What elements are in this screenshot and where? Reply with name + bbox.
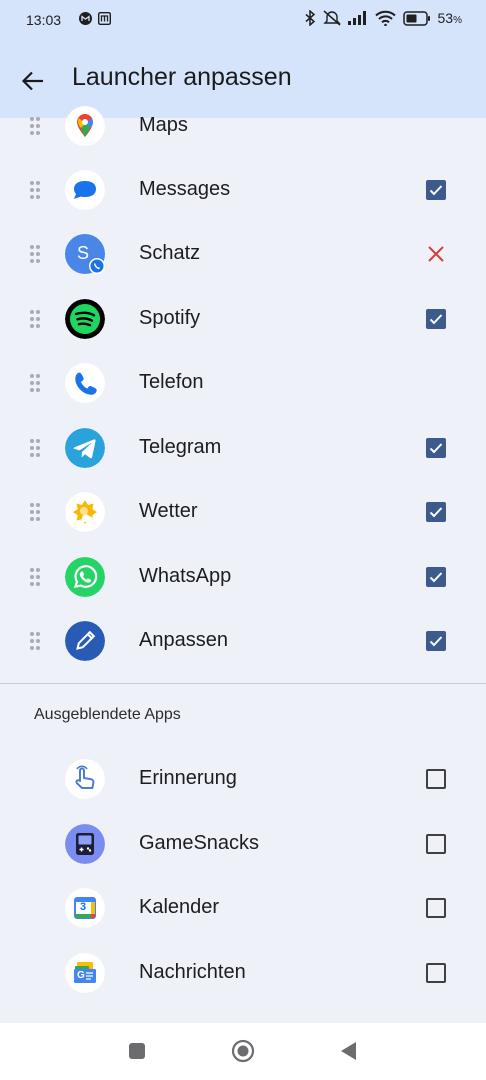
app-row-schatz[interactable]: S Schatz xyxy=(0,222,486,286)
maps-icon xyxy=(65,106,105,146)
telegram-icon xyxy=(65,428,105,468)
app-label: Wetter xyxy=(139,500,198,522)
checkbox-unchecked[interactable] xyxy=(426,898,446,918)
hidden-app-row-nachrichten[interactable]: G Nachrichten xyxy=(0,941,486,1005)
m-app-icon xyxy=(98,12,111,25)
phone-icon xyxy=(65,363,105,403)
app-row-maps[interactable]: Maps xyxy=(0,94,486,158)
app-label: Schatz xyxy=(139,242,201,264)
hidden-apps-heading: Ausgeblendete Apps xyxy=(34,706,181,723)
app-label: Telefon xyxy=(139,371,204,393)
status-time: 13:03 xyxy=(26,12,62,28)
page-title: Launcher anpassen xyxy=(72,63,292,91)
app-label: Maps xyxy=(139,114,188,136)
checkbox-checked[interactable] xyxy=(426,309,446,329)
app-label: Messages xyxy=(139,178,231,200)
hidden-app-row-erinnerung[interactable]: Erinnerung xyxy=(0,747,486,811)
checkbox-checked[interactable] xyxy=(426,502,446,522)
drag-handle-icon[interactable] xyxy=(29,502,41,522)
drag-handle-icon[interactable] xyxy=(29,116,41,136)
signal-icon xyxy=(347,11,366,25)
messages-icon xyxy=(65,170,105,210)
drag-handle-icon[interactable] xyxy=(29,373,41,393)
checkbox-checked[interactable] xyxy=(426,180,446,200)
checkbox-checked[interactable] xyxy=(426,438,446,458)
checkbox-unchecked[interactable] xyxy=(426,963,446,983)
checkbox-checked[interactable] xyxy=(426,631,446,651)
app-row-wetter[interactable]: Wetter xyxy=(0,480,486,544)
app-label: Telegram xyxy=(139,436,222,458)
drag-handle-icon[interactable] xyxy=(29,631,41,651)
drag-handle-icon[interactable] xyxy=(29,309,41,329)
mute-icon xyxy=(322,10,341,26)
pencil-icon xyxy=(65,621,105,661)
app-row-anpassen[interactable]: Anpassen xyxy=(0,609,486,673)
news-letters: G xyxy=(77,970,85,981)
home-circle-icon[interactable] xyxy=(231,1039,255,1063)
drag-handle-icon[interactable] xyxy=(29,438,41,458)
back-triangle-icon[interactable] xyxy=(337,1039,361,1063)
gamesnacks-icon xyxy=(65,824,105,864)
recents-square-icon[interactable] xyxy=(125,1039,149,1063)
app-row-spotify[interactable]: Spotify xyxy=(0,287,486,351)
app-label: Kalender xyxy=(139,896,220,918)
hidden-app-row-gamesnacks[interactable]: GameSnacks xyxy=(0,812,486,876)
avatar-letter: S xyxy=(77,243,90,263)
checkbox-unchecked[interactable] xyxy=(426,834,446,854)
app-label: Spotify xyxy=(139,307,201,329)
spotify-icon xyxy=(65,299,105,339)
app-label: Anpassen xyxy=(139,629,228,651)
calendar-icon: 3 xyxy=(65,888,105,928)
reminder-hand-icon xyxy=(65,759,105,799)
app-row-messages[interactable]: Messages xyxy=(0,158,486,222)
app-row-telegram[interactable]: Telegram xyxy=(0,416,486,480)
drag-handle-icon[interactable] xyxy=(29,180,41,200)
hidden-app-row-kalender[interactable]: 3 Kalender xyxy=(0,876,486,940)
checkbox-checked[interactable] xyxy=(426,567,446,587)
status-bar: 13:03 53% xyxy=(0,0,486,42)
app-row-whatsapp[interactable]: WhatsApp xyxy=(0,545,486,609)
wifi-icon xyxy=(374,10,396,26)
contact-avatar-icon: S xyxy=(65,234,105,274)
remove-x-icon[interactable] xyxy=(427,245,445,263)
app-label: WhatsApp xyxy=(139,565,232,587)
bluetooth-icon xyxy=(305,10,315,26)
drag-handle-icon[interactable] xyxy=(29,244,41,264)
drag-handle-icon[interactable] xyxy=(29,567,41,587)
gmail-icon xyxy=(79,12,92,25)
calendar-day: 3 xyxy=(80,901,87,913)
section-divider xyxy=(0,683,486,684)
app-label: Nachrichten xyxy=(139,961,246,983)
checkbox-unchecked[interactable] xyxy=(426,769,446,789)
battery-percent: 53% xyxy=(437,10,462,26)
whatsapp-icon xyxy=(65,557,105,597)
app-label: GameSnacks xyxy=(139,832,260,854)
system-nav-bar xyxy=(0,1023,486,1080)
status-icons: 53% xyxy=(305,10,462,26)
news-icon: G xyxy=(65,953,105,993)
app-label: Erinnerung xyxy=(139,767,237,789)
app-row-telefon[interactable]: Telefon xyxy=(0,351,486,415)
arrow-left-icon[interactable] xyxy=(20,68,46,94)
battery-icon xyxy=(402,10,430,26)
weather-icon xyxy=(65,492,105,532)
